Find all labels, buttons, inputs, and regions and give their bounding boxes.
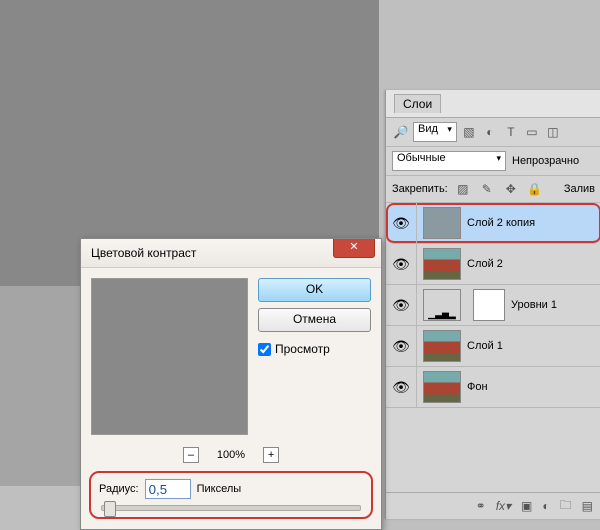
- preview-image[interactable]: [91, 278, 248, 435]
- opacity-label: Непрозрачно: [512, 155, 579, 167]
- filter-smart-icon[interactable]: ◫: [544, 123, 562, 141]
- layer-name[interactable]: Слой 1: [467, 340, 503, 352]
- fx-icon[interactable]: fx▾: [496, 499, 511, 513]
- cancel-button[interactable]: Отмена: [258, 308, 371, 332]
- new-layer-icon[interactable]: ▤: [582, 499, 593, 513]
- blend-mode-select[interactable]: Обычные: [392, 151, 506, 171]
- zoom-out-button[interactable]: –: [183, 447, 199, 463]
- lock-all-icon[interactable]: 🔒: [526, 180, 544, 198]
- high-pass-dialog: Цветовой контраст ✕ OK Отмена Просмотр –…: [80, 238, 382, 530]
- layer-row[interactable]: 👁 Слой 2: [386, 244, 600, 285]
- ok-button[interactable]: OK: [258, 278, 371, 302]
- layer-filter-row: 🔎 Вид ▧ ◐ T ▭ ◫: [386, 118, 600, 147]
- layer-thumbnail[interactable]: [423, 207, 461, 239]
- radius-unit: Пикселы: [197, 483, 242, 495]
- visibility-icon[interactable]: 👁: [386, 244, 417, 284]
- filter-shape-icon[interactable]: ▭: [523, 123, 541, 141]
- lock-transparency-icon[interactable]: ▨: [454, 180, 472, 198]
- layer-row[interactable]: 👁 ▁▃▅▂ Уровни 1: [386, 285, 600, 326]
- layer-thumbnail[interactable]: [423, 248, 461, 280]
- layer-name[interactable]: Уровни 1: [511, 299, 557, 311]
- layer-row[interactable]: 👁 Слой 2 копия: [386, 203, 600, 244]
- zoom-percent: 100%: [217, 449, 245, 461]
- adjustment-layer-icon[interactable]: ◐: [542, 499, 549, 513]
- radius-label: Радиус:: [99, 483, 139, 495]
- panel-footer: ⚭ fx▾ ▣ ◐ 🗀 ▤: [386, 492, 600, 519]
- layer-name[interactable]: Слой 2 копия: [467, 217, 535, 229]
- close-button[interactable]: ✕: [333, 239, 375, 258]
- mask-icon[interactable]: ▣: [521, 499, 532, 513]
- layer-thumbnail[interactable]: [423, 371, 461, 403]
- tab-layers[interactable]: Слои: [394, 94, 441, 113]
- lock-row: Закрепить: ▨ ✎ ✥ 🔒 Залив: [386, 176, 600, 203]
- filter-icon[interactable]: 🔎: [392, 123, 410, 141]
- visibility-icon[interactable]: 👁: [386, 203, 417, 243]
- preview-checkbox[interactable]: Просмотр: [258, 342, 371, 356]
- mask-thumbnail[interactable]: [473, 289, 505, 321]
- panel-tabs: Слои: [386, 90, 600, 118]
- layers-list: 👁 Слой 2 копия 👁 Слой 2 👁 ▁▃▅▂ Уровни 1 …: [386, 203, 600, 408]
- layer-thumbnail[interactable]: [423, 330, 461, 362]
- group-icon[interactable]: 🗀: [560, 496, 572, 517]
- blend-row: Обычные Непрозрачно: [386, 147, 600, 176]
- zoom-controls: – 100% +: [81, 445, 381, 471]
- preview-checkbox-input[interactable]: [258, 343, 271, 356]
- fill-label: Залив: [564, 183, 595, 195]
- filter-adjust-icon[interactable]: ◐: [481, 123, 499, 141]
- visibility-icon[interactable]: 👁: [386, 326, 417, 366]
- lock-label: Закрепить:: [392, 183, 448, 195]
- preview-checkbox-label: Просмотр: [275, 342, 330, 356]
- layer-filter-select[interactable]: Вид: [413, 122, 457, 142]
- zoom-in-button[interactable]: +: [263, 447, 279, 463]
- filter-type-icon[interactable]: T: [502, 123, 520, 141]
- lock-brush-icon[interactable]: ✎: [478, 180, 496, 198]
- lock-move-icon[interactable]: ✥: [502, 180, 520, 198]
- adjustment-icon[interactable]: ▁▃▅▂: [423, 289, 461, 321]
- layer-name[interactable]: Слой 2: [467, 258, 503, 270]
- layers-panel: Слои 🔎 Вид ▧ ◐ T ▭ ◫ Обычные Непрозрачно…: [385, 90, 600, 519]
- layer-row[interactable]: 👁 Слой 1: [386, 326, 600, 367]
- radius-input[interactable]: [145, 479, 191, 499]
- filter-pixel-icon[interactable]: ▧: [460, 123, 478, 141]
- dialog-titlebar[interactable]: Цветовой контраст ✕: [81, 239, 381, 268]
- radius-group: Радиус: Пикселы: [89, 471, 373, 519]
- dialog-title: Цветовой контраст: [91, 246, 333, 260]
- slider-thumb[interactable]: [104, 501, 116, 517]
- link-layers-icon[interactable]: ⚭: [476, 499, 486, 513]
- layer-row[interactable]: 👁 Фон: [386, 367, 600, 408]
- radius-slider[interactable]: [101, 505, 361, 511]
- layer-name[interactable]: Фон: [467, 381, 488, 393]
- visibility-icon[interactable]: 👁: [386, 285, 417, 325]
- visibility-icon[interactable]: 👁: [386, 367, 417, 407]
